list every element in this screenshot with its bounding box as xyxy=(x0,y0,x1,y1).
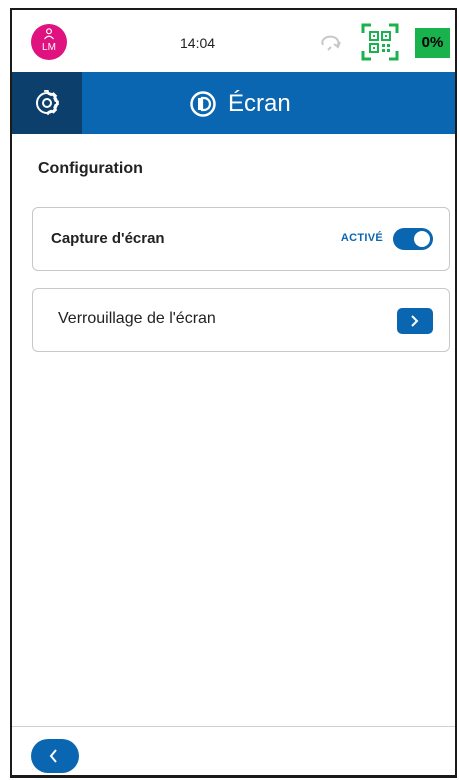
avatar-initials: LM xyxy=(42,42,56,53)
device-frame: LM 14:04 0% Écran Configuration Capture … xyxy=(10,8,457,778)
screen-lock-row[interactable]: Verrouillage de l'écran xyxy=(32,288,450,352)
toggle-knob xyxy=(414,231,430,247)
page-title: Écran xyxy=(228,90,291,117)
clock: 14:04 xyxy=(180,35,216,51)
status-bar: LM 14:04 0% xyxy=(12,10,455,72)
qr-code-icon[interactable] xyxy=(361,23,399,61)
screen-capture-label: Capture d'écran xyxy=(51,230,165,247)
sync-icon xyxy=(321,35,341,51)
settings-button[interactable] xyxy=(12,72,82,134)
section-title: Configuration xyxy=(38,160,143,177)
footer-bar xyxy=(12,726,455,775)
display-icon xyxy=(190,91,216,117)
back-button[interactable] xyxy=(31,739,79,773)
person-icon xyxy=(44,28,54,40)
screen-capture-toggle[interactable] xyxy=(393,228,433,250)
header-bar: Écran xyxy=(12,72,455,134)
screen-lock-label: Verrouillage de l'écran xyxy=(58,310,216,327)
screen-lock-open-button[interactable] xyxy=(397,308,433,334)
gear-icon xyxy=(36,90,59,116)
screen-capture-state: ACTIVÉ xyxy=(340,232,383,244)
battery-indicator: 0% xyxy=(415,28,450,58)
chevron-right-icon xyxy=(411,315,419,327)
chevron-left-icon xyxy=(49,749,57,763)
user-avatar[interactable]: LM xyxy=(31,24,67,60)
screen-capture-row: Capture d'écran ACTIVÉ xyxy=(32,207,450,271)
